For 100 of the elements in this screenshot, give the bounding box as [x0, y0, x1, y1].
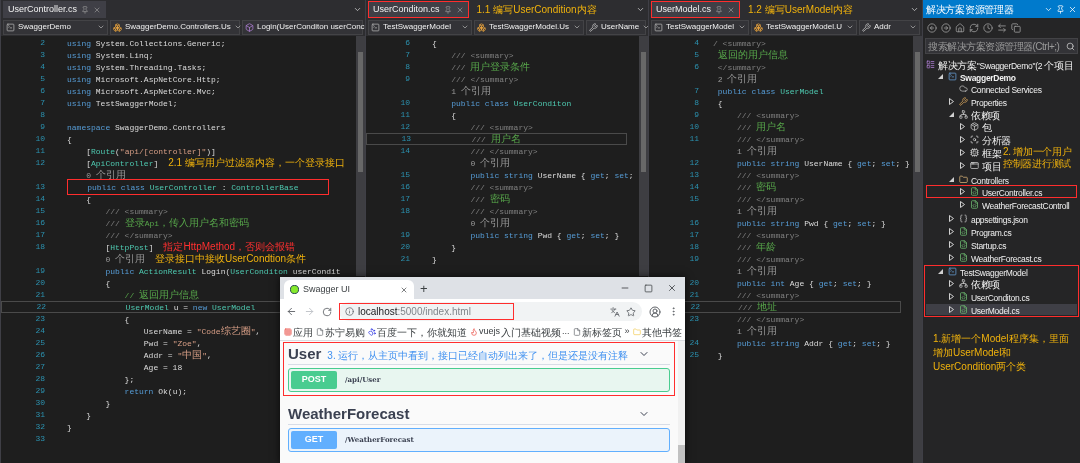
line-number: 30	[35, 397, 45, 409]
tree-item[interactable]: WeatherForecast.cs	[926, 252, 1042, 263]
code-line: [Route("api/[controller]")]	[85, 146, 216, 157]
tree-item[interactable]: TestSwaggerModel	[925, 266, 1028, 277]
nav-dropdown[interactable]: TestSwaggerModel	[651, 19, 749, 35]
editor-tab[interactable]: UserModel.cs	[651, 1, 740, 18]
tree-item[interactable]: 包	[927, 121, 992, 132]
code-line: {	[123, 314, 130, 326]
tree-item[interactable]: 框架	[927, 147, 1002, 158]
nav-dropdown[interactable]: SwaggerDemo.Controllers.Us	[110, 19, 240, 35]
code-line: /// 用户登录条件	[450, 60, 531, 74]
tree-item[interactable]: Connected Services	[926, 83, 1042, 94]
reference-count[interactable]: 0 个引用	[432, 216, 510, 230]
reference-count[interactable]: 0 个引用	[67, 168, 126, 182]
editor-tab[interactable]: UserConditon.cs	[368, 1, 469, 18]
nav-dropdown[interactable]: UserName	[586, 19, 646, 35]
nav-dropdown[interactable]: Addr	[859, 19, 920, 35]
reference-count[interactable]: 2 个引用	[713, 72, 758, 86]
tree-item[interactable]: UserController.cs	[927, 186, 1043, 197]
line-number: 7	[40, 97, 45, 109]
reference-count[interactable]: 1 个引用	[432, 84, 491, 98]
code-line: }	[450, 242, 456, 254]
tree-item[interactable]: 项目	[927, 160, 1002, 171]
line-number: 12	[400, 121, 410, 133]
code-line: /// </summary>	[736, 254, 805, 266]
nav-dropdown[interactable]: SwaggerDemo	[3, 19, 108, 35]
code-line: /// </summary>	[736, 314, 805, 326]
reference-count[interactable]: 0 个引用	[432, 156, 510, 170]
tree-item[interactable]: Startup.cs	[926, 239, 1007, 250]
code-line: using Microsoft.AspNetCore.Http;	[67, 74, 221, 86]
tree-item[interactable]: 分析器	[927, 134, 1012, 145]
reference-count[interactable]: 1 个引用	[713, 144, 777, 158]
code-line: {	[104, 278, 111, 290]
panel-title: 解决方案资源管理器	[926, 2, 1014, 17]
tree-item[interactable]: Controllers	[926, 174, 1009, 185]
tree-item[interactable]: UserModel.cs	[926, 304, 1077, 315]
code-line: Addr = "中国",	[142, 348, 212, 362]
line-number: 11	[35, 145, 45, 157]
address-bar[interactable]: localhost:5000/index.html	[339, 302, 642, 321]
code-line: using Microsoft.AspNetCore.Mvc;	[67, 86, 216, 98]
line-number: 22	[36, 301, 46, 313]
reference-count[interactable]: 1 个引用	[713, 264, 777, 278]
section-title[interactable]: User	[288, 345, 322, 363]
search-field[interactable]: 搜索解决方案资源管理器(Ctrl+;)	[925, 38, 1078, 54]
line-number: 19	[689, 253, 699, 265]
reference-count[interactable]: 1 个引用	[713, 324, 777, 338]
code-line: }	[716, 350, 723, 362]
line-number: 15	[689, 193, 699, 205]
code-line: {	[716, 98, 723, 110]
code-line: /// </summary>	[450, 74, 519, 86]
code-line: public string Addr { get; set; }	[736, 338, 891, 350]
line-number: 14	[689, 181, 699, 193]
tree-item[interactable]: SwaggerDemo	[925, 71, 1016, 82]
line-number: 23	[35, 313, 45, 325]
line-number: 26	[35, 349, 45, 361]
line-number: 32	[35, 421, 45, 433]
line-number: 18	[689, 241, 699, 253]
nav-dropdown[interactable]: TestSwaggerModel.Us	[474, 19, 584, 35]
annotation: 1.2 编写UserModel内容	[748, 2, 854, 17]
tree-item[interactable]: WeatherForecastControll	[927, 199, 1070, 210]
bookmark[interactable]: 新标签页	[572, 324, 622, 340]
line-number: 20	[35, 277, 45, 289]
line-number: 8	[694, 97, 699, 109]
tree-item[interactable]: 解决方案"SwaggerDemo"(2 个项目	[924, 59, 1074, 70]
line-number: 17	[400, 193, 410, 205]
annotation: 2. 增加一个用户控制器进行测试	[1003, 146, 1073, 170]
nav-dropdown[interactable]: TestSwaggerModel.U	[751, 19, 857, 35]
tree-item[interactable]: 依赖项	[926, 109, 1001, 120]
tree-item[interactable]: appsettings.json	[926, 213, 1028, 224]
code-line: }	[67, 422, 72, 434]
line-number: 14	[400, 145, 410, 157]
new-tab-button[interactable]: +	[414, 281, 434, 295]
reference-count[interactable]: 0 个引用	[67, 252, 145, 266]
line-number: 2	[40, 37, 45, 49]
tree-item[interactable]: Program.cs	[926, 226, 1012, 237]
annotation: 指定HttpMethod，否则会报错	[163, 241, 296, 253]
editor-tab[interactable]: UserController.cs	[3, 1, 107, 18]
code-line: /// <summary>	[450, 50, 514, 61]
bookmark[interactable]: 苏宁易购	[316, 324, 365, 340]
code-line: public class UserModel	[716, 86, 824, 98]
bookmark[interactable]: 其他书签	[632, 324, 682, 340]
bookmark[interactable]: 百度一下，你就知道	[368, 324, 467, 340]
code-line: }	[104, 398, 111, 410]
nav-dropdown[interactable]: TestSwaggerModel	[368, 19, 472, 35]
tree-item[interactable]: 依赖项	[926, 278, 1001, 289]
bookmark[interactable]: 应用	[284, 324, 313, 340]
code-line: /// 用户名	[736, 120, 787, 134]
nav-dropdown[interactable]: Login(UserConditon userConc	[242, 19, 363, 35]
bookmark[interactable]: vuejs入门基础视频...	[470, 324, 570, 340]
section-title[interactable]: WeatherForecast	[288, 405, 410, 423]
line-number: 15	[400, 169, 410, 181]
line-number: 12	[689, 157, 699, 169]
line-number: 20	[400, 241, 410, 253]
more-bookmarks-button[interactable]: »	[624, 325, 630, 339]
reference-count[interactable]: 1 个引用	[713, 204, 777, 218]
browser-tab[interactable]: Swagger UI	[284, 280, 414, 299]
code-line: /// </summary>	[469, 206, 538, 218]
tree-item[interactable]: UserConditon.cs	[926, 291, 1030, 302]
tree-item[interactable]: Properties	[926, 96, 1007, 107]
code-line: };	[123, 374, 135, 386]
